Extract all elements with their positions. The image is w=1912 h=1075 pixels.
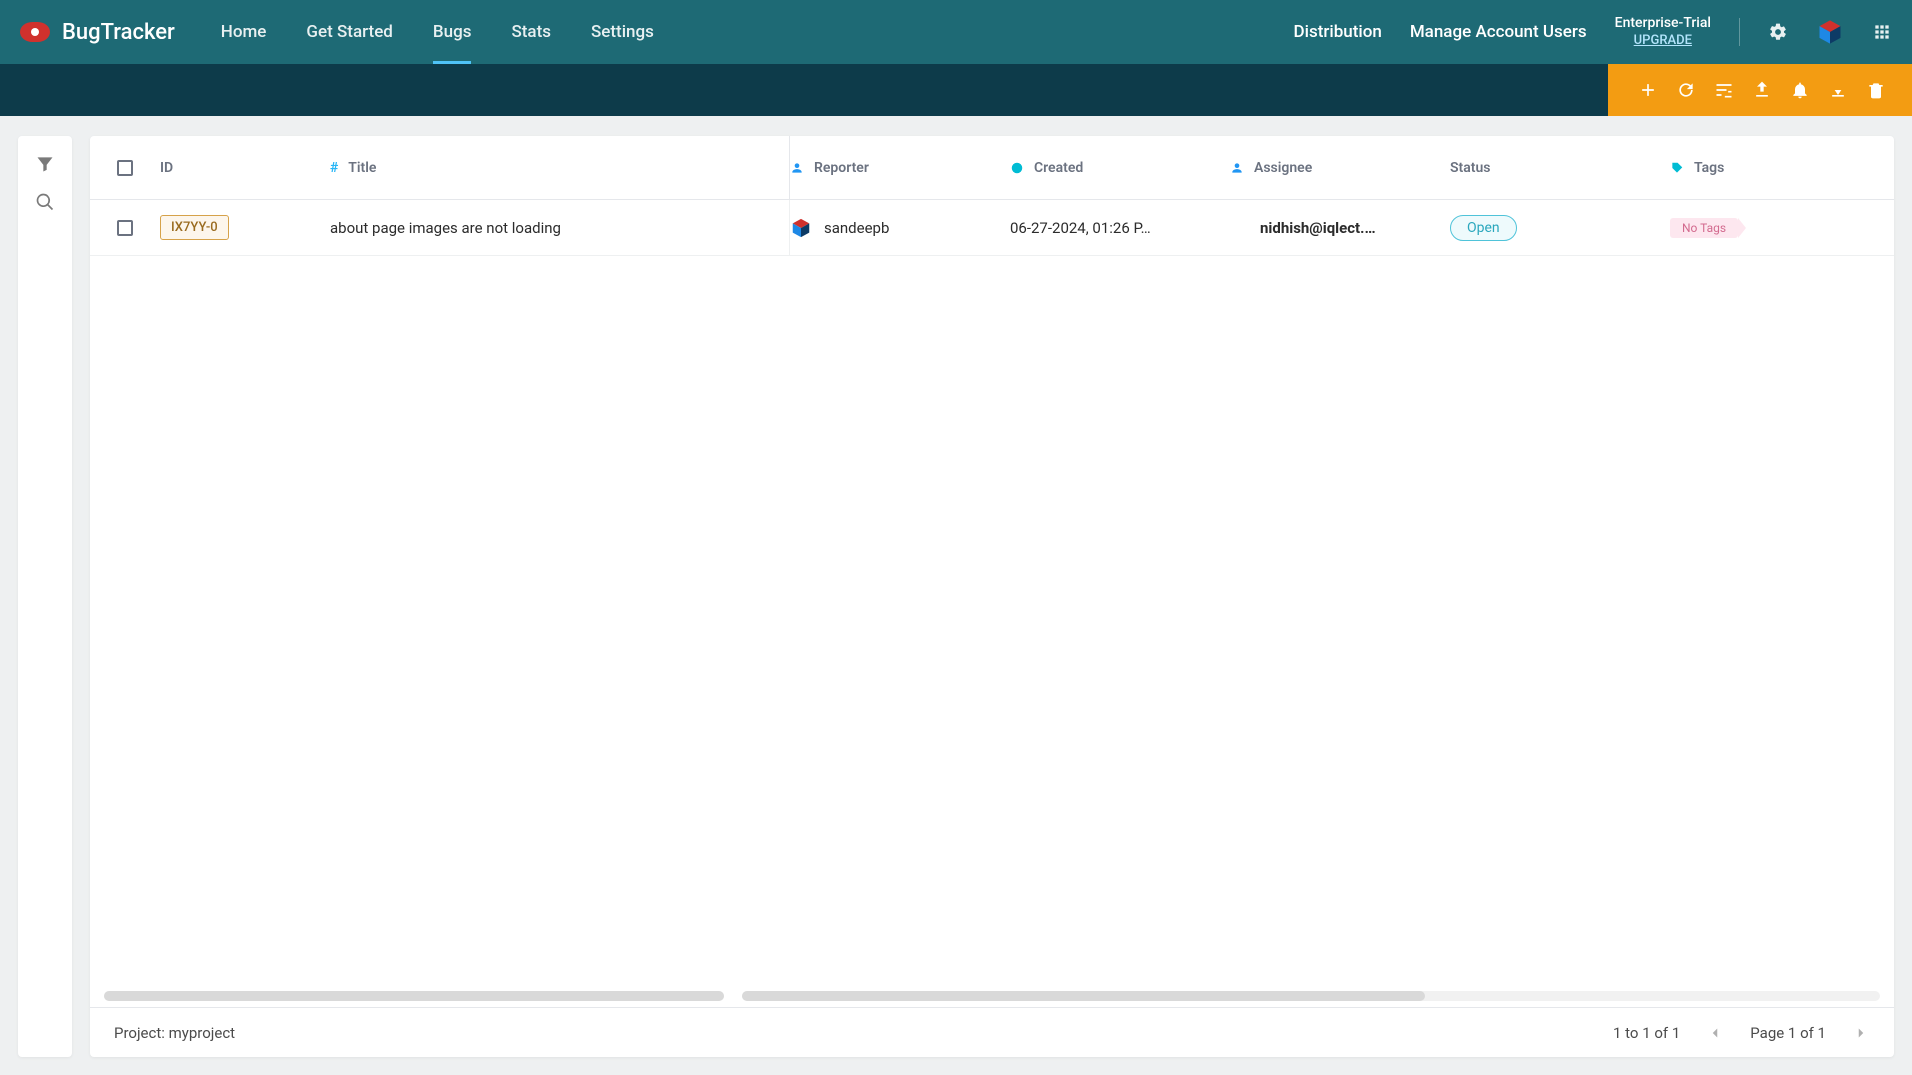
chevron-right-icon[interactable] [1852,1024,1870,1042]
person-icon [1230,161,1244,175]
col-id[interactable]: ID [160,160,330,176]
assignee-email: nidhish@iqlect.… [1260,219,1376,237]
hscroll-left[interactable] [104,991,724,1001]
col-assignee[interactable]: Assignee [1230,160,1450,176]
nav-bugs-label: Bugs [433,22,472,42]
nav-stats[interactable]: Stats [493,0,569,64]
col-reporter[interactable]: Reporter [790,160,1010,176]
trash-icon[interactable] [1866,80,1886,100]
bugs-panel: ID # Title Reporter Created Assignee Sta… [90,136,1894,1057]
pager-range: 1 to 1 of 1 [1613,1024,1680,1042]
refresh-icon[interactable] [1676,80,1696,100]
apps-icon[interactable] [1872,22,1892,42]
col-status[interactable]: Status [1450,160,1670,176]
tag-pill[interactable]: No Tags [1670,218,1738,238]
select-all-checkbox[interactable] [117,160,133,176]
search-icon[interactable] [35,192,55,212]
project-label: Project: myproject [114,1024,235,1042]
trial-block: Enterprise-Trial UPGRADE [1615,15,1711,49]
upgrade-link[interactable]: UPGRADE [1634,33,1692,48]
person-icon [790,161,804,175]
col-title[interactable]: # Title [330,136,790,199]
sub-bar [0,64,1912,116]
logo-icon [20,22,50,42]
top-nav: BugTracker Home Get Started Bugs Stats S… [0,0,1912,64]
nav-right: Distribution Manage Account Users Enterp… [1294,15,1892,49]
sliders-icon[interactable] [1714,80,1734,100]
tag-icon [1670,161,1684,175]
panel-footer: Project: myproject 1 to 1 of 1 Page 1 of… [90,1007,1894,1057]
gear-icon[interactable] [1768,22,1788,42]
pager-page: Page 1 of 1 [1750,1024,1826,1042]
table-header: ID # Title Reporter Created Assignee Sta… [90,136,1894,200]
col-created[interactable]: Created [1010,160,1230,176]
nav-manage-users[interactable]: Manage Account Users [1410,22,1587,42]
hash-icon: # [330,160,338,176]
hscroll-right[interactable] [742,991,1880,1001]
nav-stats-label: Stats [511,22,551,42]
nav-settings[interactable]: Settings [573,0,672,64]
nav-get-started[interactable]: Get Started [288,0,410,64]
nav-bugs[interactable]: Bugs [415,0,490,64]
row-checkbox[interactable] [117,220,133,236]
workspace: ID # Title Reporter Created Assignee Sta… [0,116,1912,1075]
table-body: IX7YY-0 about page images are not loadin… [90,200,1894,1007]
bell-icon[interactable] [1790,80,1810,100]
nav-settings-label: Settings [591,22,654,42]
primary-nav: Home Get Started Bugs Stats Settings [203,0,672,64]
chevron-left-icon[interactable] [1706,1024,1724,1042]
nav-home-label: Home [221,22,267,42]
pager: 1 to 1 of 1 Page 1 of 1 [1613,1024,1870,1042]
nav-get-started-label: Get Started [306,22,392,42]
clock-icon [1010,161,1024,175]
status-pill[interactable]: Open [1450,215,1517,241]
reporter-avatar-icon [790,217,812,239]
filter-icon[interactable] [35,154,55,174]
upload-icon[interactable] [1752,80,1772,100]
col-tags[interactable]: Tags [1670,160,1870,176]
created-date: 06-27-2024, 01:26 P… [1010,219,1151,237]
reporter-name: sandeepb [824,219,889,237]
table-row[interactable]: IX7YY-0 about page images are not loadin… [90,200,1894,256]
nav-distribution[interactable]: Distribution [1294,22,1382,42]
download-icon[interactable] [1828,80,1848,100]
bug-title: about page images are not loading [330,219,561,237]
action-toolbar [1608,64,1912,116]
nav-divider [1739,18,1740,46]
brand-name: BugTracker [62,20,175,45]
side-rail [18,136,72,1057]
bug-id-badge[interactable]: IX7YY-0 [160,215,229,240]
trial-label: Enterprise-Trial [1615,15,1711,32]
add-icon[interactable] [1638,80,1658,100]
nav-home[interactable]: Home [203,0,285,64]
cube-icon[interactable] [1816,18,1844,46]
